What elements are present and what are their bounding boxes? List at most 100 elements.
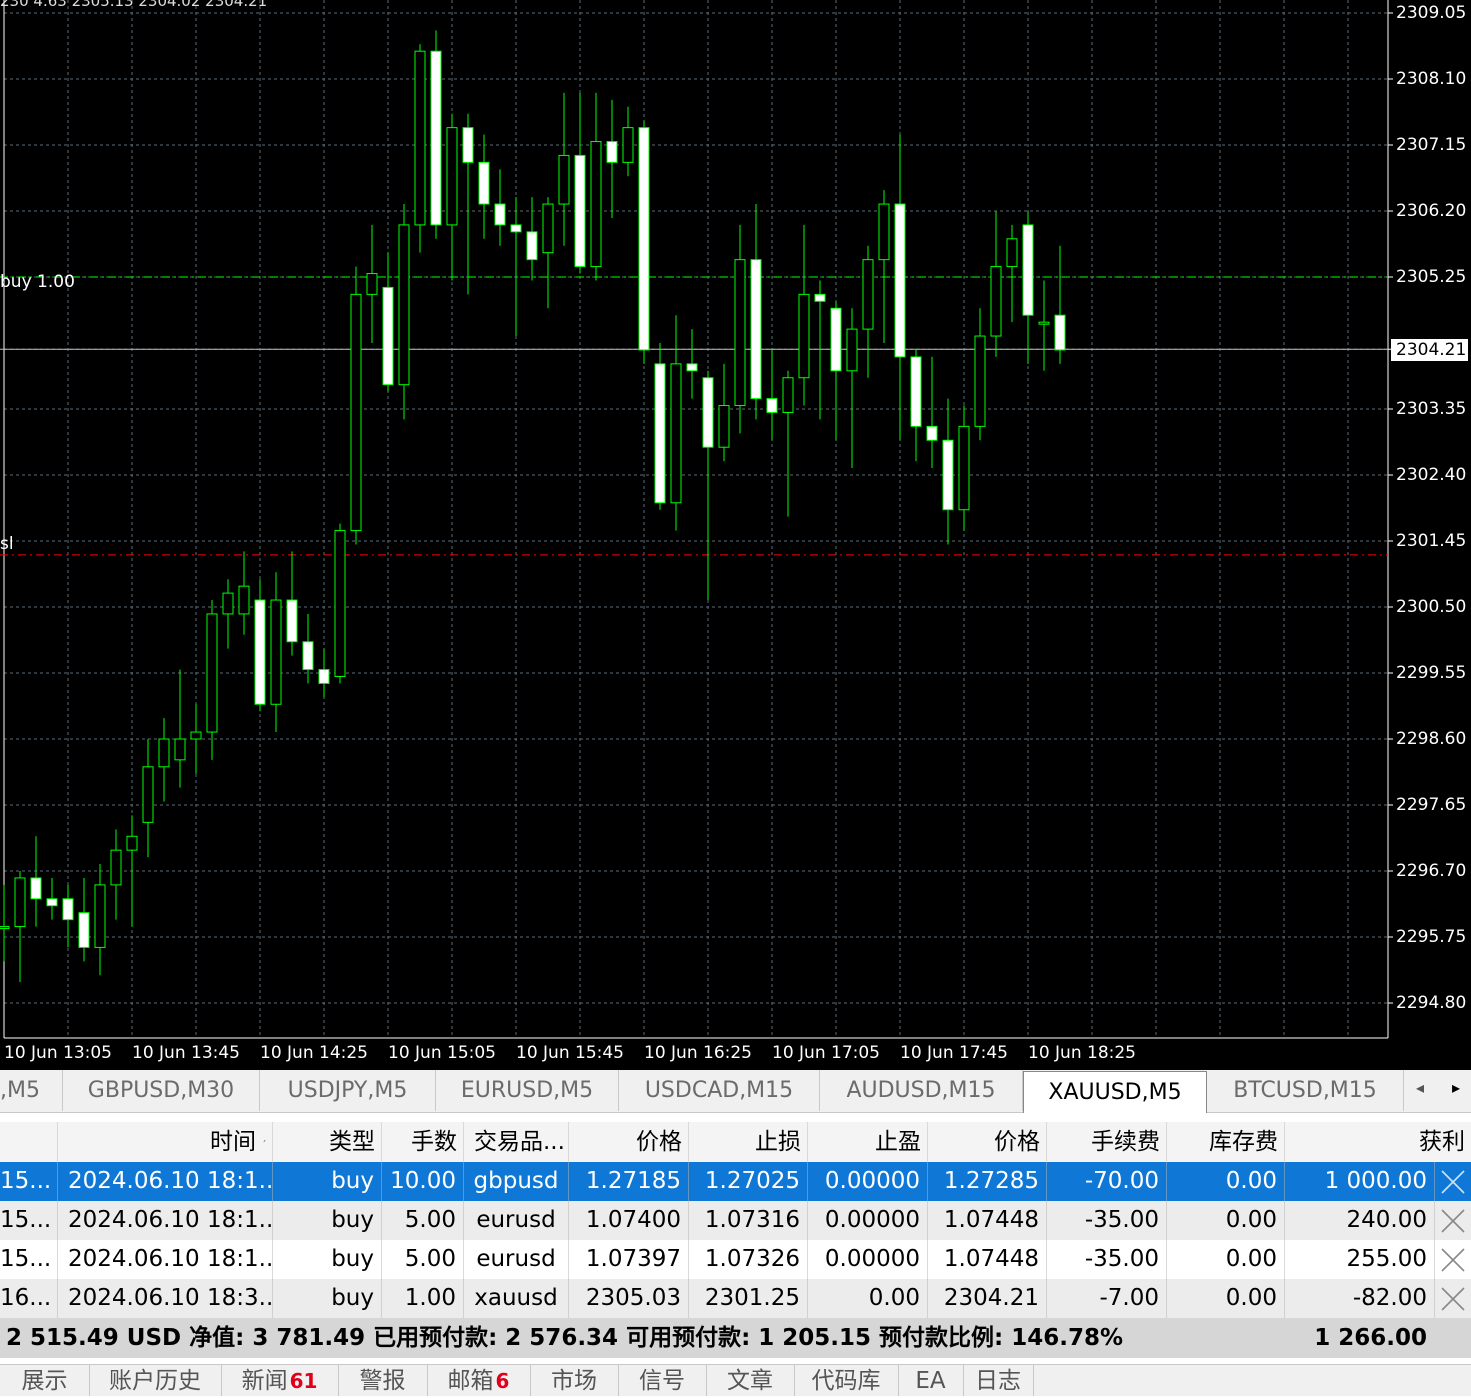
- candle-body: [958, 425, 970, 511]
- candle-body: [782, 377, 794, 413]
- cell-price: 1.27185: [569, 1162, 689, 1201]
- time-tick-label: 10 Jun 13:05: [4, 1043, 112, 1063]
- price-tick-label: 2306.20: [1396, 201, 1467, 221]
- candle-body: [718, 405, 730, 448]
- time-tick-label: 10 Jun 15:45: [516, 1043, 624, 1063]
- chart-symbol-tabs: ,M5 GBPUSD,M30 USDJPY,M5 EURUSD,M5 USDCA…: [0, 1070, 1471, 1113]
- candle-body: [606, 141, 618, 163]
- tab-count-badge: 6: [495, 1369, 510, 1393]
- col-open-price[interactable]: 价格: [569, 1122, 689, 1162]
- ohlc-readout: 230 4.63 2305.13 2304.02 2304.21: [0, 0, 268, 10]
- price-tick-label: 2295.75: [1396, 927, 1467, 947]
- col-swap[interactable]: 库存费: [1167, 1122, 1285, 1162]
- price-tick-label: 2294.80: [1396, 993, 1467, 1013]
- toolbox-tab-9[interactable]: EA: [898, 1365, 964, 1396]
- sort-indicator-icon: ′: [263, 1138, 266, 1152]
- cell-price: 2305.03: [569, 1279, 689, 1318]
- tab-chart-usdjpy[interactable]: USDJPY,M5: [260, 1070, 436, 1111]
- tab-chart-btcusd[interactable]: BTCUSD,M15: [1207, 1070, 1404, 1111]
- cell-profit: -82.00: [1285, 1279, 1435, 1318]
- col-current-price[interactable]: 价格: [928, 1122, 1047, 1162]
- price-tick-label: 2297.65: [1396, 795, 1467, 815]
- trade-row[interactable]: 15... 2024.06.10 18:1... buy 10.00 gbpusd 1.2…: [0, 1162, 1471, 1201]
- toolbox-tab-3[interactable]: 警报: [338, 1365, 428, 1396]
- candle-body: [526, 231, 538, 261]
- candle-body: [430, 50, 442, 226]
- toolbox-tab-4[interactable]: 邮箱 6: [427, 1365, 531, 1396]
- cell-commission: -7.00: [1047, 1279, 1167, 1318]
- cell-time: 2024.06.10 18:3...: [58, 1279, 273, 1318]
- col-type[interactable]: 类型: [273, 1122, 382, 1162]
- col-sl[interactable]: 止损: [689, 1122, 808, 1162]
- price-tick-label: 2299.55: [1396, 663, 1467, 683]
- close-position-icon[interactable]: [1440, 1169, 1466, 1195]
- cell-profit: 240.00: [1285, 1201, 1435, 1240]
- candle-body: [62, 898, 74, 921]
- tab-chart-eurusd[interactable]: EURUSD,M5: [436, 1070, 619, 1111]
- toolbox-tab-0[interactable]: 展示: [0, 1365, 90, 1396]
- toolbox-tab-6[interactable]: 信号: [618, 1365, 707, 1396]
- cell-time: 2024.06.10 18:1...: [58, 1240, 273, 1279]
- price-tick-label: 2300.50: [1396, 597, 1467, 617]
- close-position-icon[interactable]: [1440, 1208, 1466, 1234]
- tabs-scroll-right-icon[interactable]: ▸: [1452, 1078, 1460, 1097]
- tab-chart-gbpusd[interactable]: GBPUSD,M30: [63, 1070, 260, 1111]
- chart-canvas[interactable]: [0, 0, 1471, 1070]
- close-position-icon[interactable]: [1440, 1247, 1466, 1273]
- trade-row[interactable]: 16... 2024.06.10 18:3... buy 1.00 xauusd 2305…: [0, 1279, 1471, 1318]
- total-profit: 1 266.00: [1314, 1325, 1427, 1351]
- candle-body: [30, 877, 42, 900]
- tab-chart-audusd[interactable]: AUDUSD,M15: [820, 1070, 1023, 1111]
- candle-body: [686, 363, 698, 372]
- col-commission[interactable]: 手续费: [1047, 1122, 1167, 1162]
- cell-order: 15...: [0, 1201, 58, 1240]
- toolbox-tab-label: EA: [915, 1368, 946, 1394]
- toolbox-tab-label: 账户历史: [109, 1368, 201, 1394]
- candle-body: [478, 161, 490, 205]
- price-chart[interactable]: 230 4.63 2305.13 2304.02 2304.21 buy 1.0…: [0, 0, 1471, 1070]
- trade-row[interactable]: 15... 2024.06.10 18:1... buy 5.00 eurusd 1.07…: [0, 1240, 1471, 1279]
- candle-body: [990, 266, 1002, 337]
- candle-body: [334, 530, 346, 677]
- toolbox-tab-7[interactable]: 文章: [706, 1365, 795, 1396]
- cell-profit: 255.00: [1285, 1240, 1435, 1279]
- candle-body: [510, 224, 522, 233]
- cell-swap: 0.00: [1167, 1240, 1285, 1279]
- candle-body: [910, 356, 922, 427]
- tab-chart-m5[interactable]: ,M5: [0, 1070, 63, 1111]
- col-profit[interactable]: 获利: [1285, 1122, 1471, 1162]
- balance-line: 2 515.49 USD 净值: 3 781.49 已用预付款: 2 576.3…: [6, 1325, 1124, 1351]
- close-position-icon[interactable]: [1440, 1286, 1466, 1312]
- cell-order: 15...: [0, 1240, 58, 1279]
- toolbox-tab-2[interactable]: 新闻 61: [221, 1365, 339, 1396]
- cell-tp: 0.00000: [808, 1240, 928, 1279]
- candle-body: [190, 731, 202, 740]
- toolbox-tab-1[interactable]: 账户历史: [89, 1365, 222, 1396]
- col-time[interactable]: 时间 ′: [58, 1122, 273, 1162]
- candle-body: [638, 127, 650, 351]
- price-tick-label: 2309.05: [1396, 3, 1467, 23]
- cell-tp: 0.00: [808, 1279, 928, 1318]
- tab-chart-xauusd[interactable]: XAUUSD,M5: [1023, 1071, 1207, 1113]
- tab-chart-usdcad[interactable]: USDCAD,M15: [619, 1070, 820, 1111]
- cell-order: 16...: [0, 1279, 58, 1318]
- candle-body: [926, 425, 938, 441]
- toolbox-tab-10[interactable]: 日志: [963, 1365, 1034, 1396]
- toolbox-tab-label: 信号: [639, 1368, 685, 1394]
- col-tp[interactable]: 止盈: [808, 1122, 928, 1162]
- cell-commission: -70.00: [1047, 1162, 1167, 1201]
- col-symbol[interactable]: 交易品...: [464, 1122, 569, 1162]
- cell-lots: 10.00: [382, 1162, 464, 1201]
- cell-price: 1.07400: [569, 1201, 689, 1240]
- price-tick-label: 2305.25: [1396, 267, 1467, 287]
- cell-swap: 0.00: [1167, 1279, 1285, 1318]
- trade-row[interactable]: 15... 2024.06.10 18:1... buy 5.00 eurusd 1.07…: [0, 1201, 1471, 1240]
- tabs-scroll-left-icon[interactable]: ◂: [1416, 1078, 1424, 1097]
- candle-body: [830, 307, 842, 372]
- toolbox-tab-8[interactable]: 代码库: [794, 1365, 899, 1396]
- col-order[interactable]: [0, 1122, 58, 1162]
- toolbox-tab-label: 代码库: [811, 1368, 881, 1394]
- toolbox-tab-5[interactable]: 市场: [530, 1365, 619, 1396]
- candle-body: [254, 599, 266, 705]
- col-lots[interactable]: 手数: [382, 1122, 464, 1162]
